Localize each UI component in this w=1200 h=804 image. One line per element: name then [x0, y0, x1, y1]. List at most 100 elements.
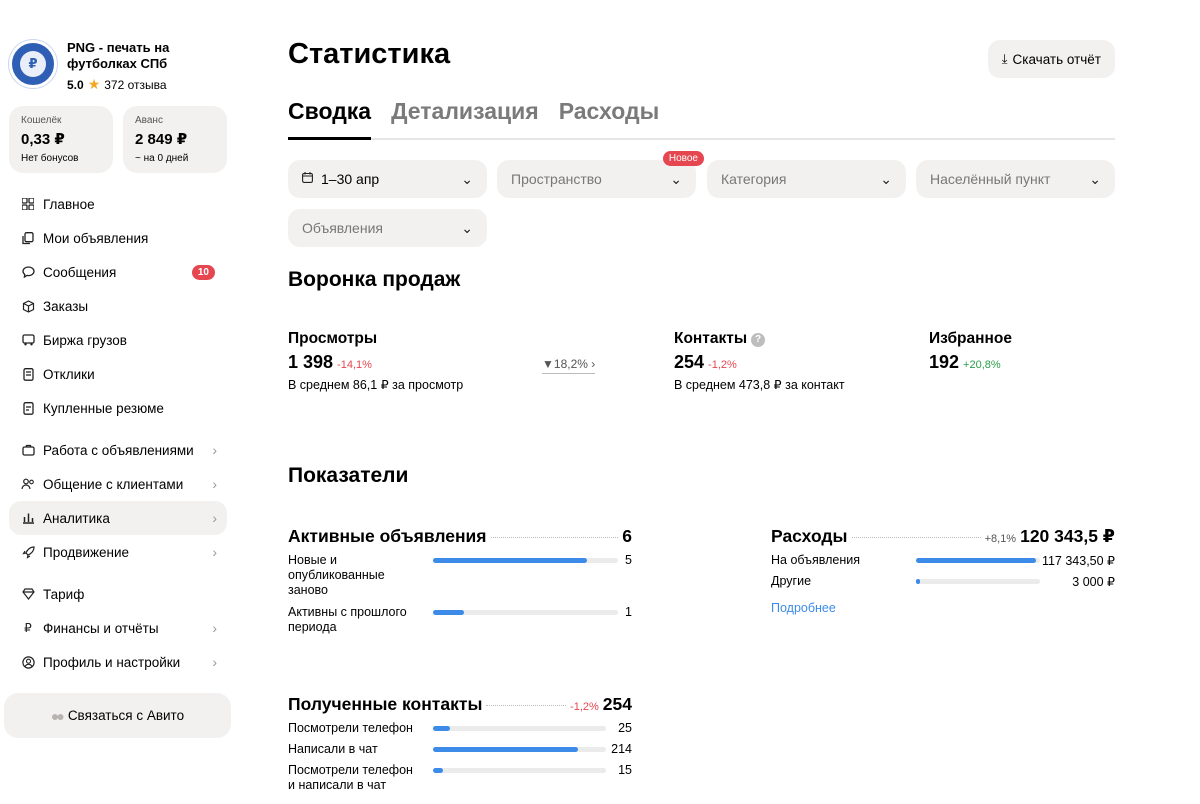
row-label: Написали в чат [288, 742, 378, 756]
space-placeholder: Пространство [511, 171, 602, 187]
ads-select[interactable]: Объявления ⌄ [288, 209, 487, 247]
funnel-views: Просмотры 1 398 -14,1% В среднем 86,1 ₽ … [288, 330, 463, 392]
sidebar-item-settings[interactable]: Профиль и настройки › [9, 645, 227, 679]
advance-card[interactable]: Аванс 2 849 ₽ ~ на 0 дней [123, 106, 227, 173]
list-item: Другие 3 000 ₽ [771, 574, 1115, 589]
rating[interactable]: 5.0 ★ 372 отзыва [67, 76, 187, 93]
page-title: Статистика [288, 38, 451, 70]
chevron-right-icon: › [212, 510, 217, 526]
bar-chart-icon [21, 511, 35, 525]
chat-bubble-icon [21, 265, 35, 279]
row-value: 3 000 ₽ [1072, 575, 1115, 589]
row-label: Посмотрели телефон [288, 721, 413, 735]
sidebar: ₽ PNG - печать на футболках СПб 5.0 ★ 37… [0, 0, 240, 804]
advance-label: Аванс [135, 115, 163, 126]
sidebar-item-my-ads[interactable]: Мои объявления [9, 221, 227, 255]
tab-summary[interactable]: Сводка [288, 98, 372, 140]
tab-details[interactable]: Детализация [391, 98, 539, 140]
funnel-favorites: Избранное 192 +20,8% [929, 330, 1012, 373]
favorites-delta: +20,8% [963, 359, 1001, 371]
document-check-icon [21, 367, 35, 381]
received-contacts-total: 254 [602, 694, 632, 714]
row-label: Активны с прошлого периода [288, 605, 407, 634]
more-link[interactable]: Подробнее [771, 601, 1115, 615]
list-item: Посмотрели телефон 25 [288, 721, 632, 736]
sidebar-item-responses[interactable]: Отклики [9, 357, 227, 391]
sidebar-item-messages[interactable]: Сообщения 10 [9, 255, 227, 289]
period-value: 1–30 апр [321, 171, 380, 187]
row-label: Посмотрели телефон и написали в чат [288, 763, 413, 792]
chevron-right-icon: › [212, 544, 217, 560]
sidebar-item-orders[interactable]: Заказы [9, 289, 227, 323]
row-value: 1 [625, 605, 632, 619]
sidebar-item-label: Биржа грузов [43, 332, 127, 348]
diamond-icon [21, 587, 35, 601]
download-report-button[interactable]: ⤓ Скачать отчёт [987, 40, 1115, 78]
views-title: Просмотры [288, 330, 378, 347]
progress-bar [433, 768, 606, 773]
contacts-title: Контакты [674, 330, 748, 347]
list-item: Активны с прошлого периода 1 [288, 605, 632, 637]
space-select[interactable]: Пространство ⌄ Новое [497, 151, 704, 198]
conversion-value: 18,2% [553, 357, 588, 371]
sidebar-item-label: Заказы [43, 298, 89, 314]
row-value: 214 [611, 742, 632, 756]
grid-icon [21, 197, 35, 211]
sidebar-item-label: Профиль и настройки [43, 654, 181, 670]
category-select[interactable]: Категория ⌄ [707, 160, 906, 198]
sidebar-item-ads-work[interactable]: Работа с объявлениями › [9, 433, 227, 467]
tab-expenses[interactable]: Расходы [559, 98, 660, 140]
received-contacts-title: Полученные контакты [288, 694, 483, 714]
chevron-down-icon: ⌄ [461, 219, 473, 236]
wallet-card[interactable]: Кошелёк 0,33 ₽ Нет бонусов [9, 106, 113, 173]
progress-bar [916, 558, 1040, 563]
sidebar-item-label: Общение с клиентами [43, 476, 184, 492]
reviews-count: 372 отзыва [104, 77, 167, 92]
sidebar-item-label: Купленные резюме [43, 400, 164, 416]
list-item: Написали в чат 214 [288, 742, 632, 757]
main-content: Статистика ⤓ Скачать отчёт Сводка Детали… [288, 0, 1115, 804]
contacts-delta: -1,2% [708, 359, 737, 371]
chevron-right-icon: › [212, 476, 217, 492]
user-circle-icon [21, 655, 35, 669]
sidebar-item-main[interactable]: Главное [9, 187, 227, 221]
box-icon [21, 299, 35, 313]
company-name[interactable]: PNG - печать на футболках СПб [67, 40, 187, 72]
calendar-icon [302, 172, 313, 186]
chevron-down-icon: ⌄ [880, 170, 892, 187]
sidebar-item-promotion[interactable]: Продвижение › [9, 535, 227, 569]
people-icon [21, 477, 35, 491]
wallet-label: Кошелёк [21, 115, 62, 126]
advance-value: 2 849 ₽ [135, 131, 188, 148]
city-select[interactable]: Населённый пункт ⌄ [916, 160, 1115, 198]
sidebar-item-label: Продвижение [43, 544, 130, 560]
chevron-right-icon: › [212, 442, 217, 458]
progress-bar [433, 747, 606, 752]
help-icon[interactable]: ? [751, 332, 766, 347]
views-delta: -14,1% [337, 359, 372, 371]
sidebar-item-label: Главное [43, 196, 95, 212]
expenses-title: Расходы [771, 526, 848, 546]
contacts-sub: В среднем 473,8 ₽ за контакт [674, 378, 845, 392]
list-item: Новые и опубликованные заново 5 [288, 553, 632, 599]
avito-logo-icon: ●● [50, 707, 65, 724]
star-icon: ★ [87, 76, 101, 92]
period-select[interactable]: 1–30 апр ⌄ [288, 160, 487, 198]
expenses-total: 120 343,5 ₽ [1020, 526, 1115, 546]
profile-card[interactable]: ₽ PNG - печать на футболках СПб 5.0 ★ 37… [9, 40, 187, 93]
sidebar-item-analytics[interactable]: Аналитика › [9, 501, 227, 535]
sidebar-item-tariff[interactable]: Тариф [9, 577, 227, 611]
contact-avito-button[interactable]: ●● Связаться с Авито [4, 693, 231, 738]
sidebar-item-finance[interactable]: ₽ Финансы и отчёты › [9, 611, 227, 645]
conversion-link[interactable]: ▼18,2% › [542, 357, 596, 374]
sidebar-item-bought-resumes[interactable]: Купленные резюме [9, 391, 227, 425]
contacts-value: 254 [674, 352, 705, 372]
ruble-icon: ₽ [24, 621, 32, 635]
received-contacts-block: Полученные контакты -1,2% 254 Посмотрели… [288, 694, 632, 793]
download-report-label: Скачать отчёт [1012, 51, 1102, 67]
sidebar-item-clients[interactable]: Общение с клиентами › [9, 467, 227, 501]
chevron-right-icon: › [591, 357, 596, 371]
city-placeholder: Населённый пункт [930, 171, 1051, 187]
sidebar-item-label: Мои объявления [43, 230, 149, 246]
sidebar-item-cargo[interactable]: Биржа грузов [9, 323, 227, 357]
